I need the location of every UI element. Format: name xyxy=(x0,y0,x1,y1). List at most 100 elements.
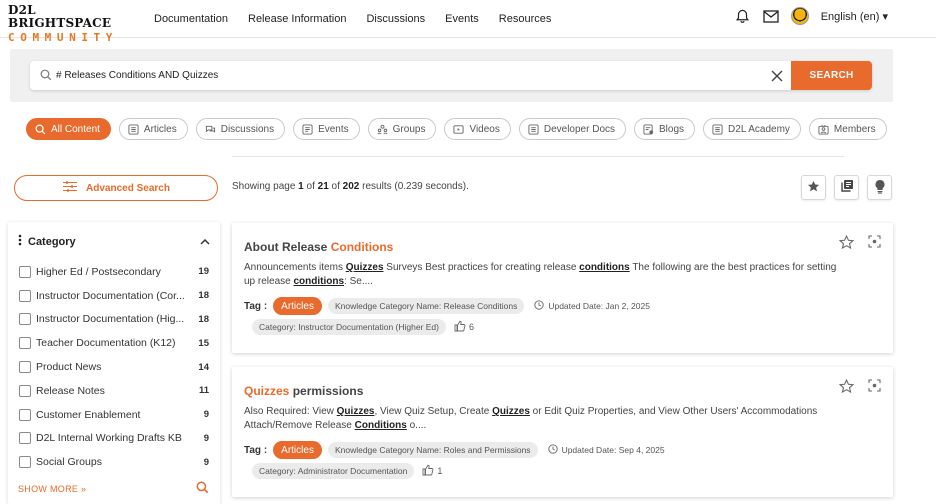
tab-d2l-academy[interactable]: D2L Academy xyxy=(703,118,801,140)
academy-icon xyxy=(712,123,723,135)
snippet-match: conditions xyxy=(293,276,345,287)
saved-searches-button[interactable] xyxy=(834,175,859,200)
nav-events[interactable]: Events xyxy=(445,13,479,25)
results-of: of xyxy=(328,181,343,192)
tab-developer-docs[interactable]: Developer Docs xyxy=(518,118,627,140)
checkbox[interactable] xyxy=(19,432,31,445)
mail-icon[interactable] xyxy=(763,8,779,24)
language-selector[interactable]: English (en) ▾ xyxy=(821,10,888,23)
favorites-button[interactable] xyxy=(801,175,826,200)
star-outline-icon[interactable] xyxy=(838,378,855,397)
category-label: Instructor Documentation (Cor... xyxy=(36,289,185,302)
show-more-link[interactable]: SHOW MORE » xyxy=(18,484,86,494)
category-chip[interactable]: Category: Administrator Documentation xyxy=(252,463,415,479)
tag-row: Tag : Articles Knowledge Category Name: … xyxy=(244,297,650,315)
tab-discussions[interactable]: Discussions xyxy=(195,118,286,140)
tab-groups[interactable]: Groups xyxy=(367,118,437,140)
knowledge-category-chip[interactable]: Knowledge Category Name: Roles and Permi… xyxy=(327,442,538,458)
search-input[interactable] xyxy=(56,61,756,90)
category-row: Category: Administrator Documentation 1 xyxy=(252,463,442,479)
results-of: of xyxy=(303,181,318,192)
category-item[interactable]: Instructor Documentation (Cor... 18 xyxy=(19,284,209,308)
nav-resources[interactable]: Resources xyxy=(499,13,552,25)
tab-label: Videos xyxy=(469,123,500,135)
tab-label: Articles xyxy=(143,123,177,135)
tips-button[interactable] xyxy=(867,175,892,200)
checkbox[interactable] xyxy=(19,337,31,350)
focus-icon[interactable] xyxy=(868,235,881,253)
checkbox[interactable] xyxy=(19,408,31,421)
checkbox[interactable] xyxy=(19,265,31,278)
category-header[interactable]: Category xyxy=(18,234,210,249)
likes-count: 6 xyxy=(469,322,475,332)
snippet-text: Surveys Best practices for creating rele… xyxy=(383,262,580,273)
tab-videos[interactable]: Videos xyxy=(444,118,511,140)
category-count: 19 xyxy=(198,266,209,278)
star-filled-icon xyxy=(807,180,820,196)
nav-release-information[interactable]: Release Information xyxy=(248,13,346,25)
bell-icon[interactable] xyxy=(735,8,751,24)
category-chip[interactable]: Category: Instructor Documentation (High… xyxy=(252,319,446,335)
d2l-brightspace-community-logo[interactable]: D2L BRIGHTSPACE COMMUNITY xyxy=(8,4,128,45)
tab-events[interactable]: Events xyxy=(293,118,360,140)
card-actions xyxy=(838,378,881,397)
category-item[interactable]: D2L Internal Working Drafts KB 9 xyxy=(19,427,209,451)
likes[interactable]: 1 xyxy=(422,464,442,478)
checkbox[interactable] xyxy=(19,361,31,374)
star-outline-icon[interactable] xyxy=(838,234,855,253)
tag-chip[interactable]: Articles xyxy=(273,297,322,315)
title-text: permissions xyxy=(289,384,364,398)
category-item[interactable]: Release Notes 11 xyxy=(19,379,209,403)
chevron-up-icon[interactable] xyxy=(200,236,210,248)
nav-discussions[interactable]: Discussions xyxy=(366,13,425,25)
checkbox[interactable] xyxy=(19,456,31,469)
category-count: 18 xyxy=(198,313,209,325)
result-title[interactable]: Quizzes permissions xyxy=(244,384,363,398)
knowledge-category-chip[interactable]: Knowledge Category Name: Release Conditi… xyxy=(327,298,525,314)
category-item[interactable]: Product News 14 xyxy=(19,355,209,379)
category-item[interactable]: Teacher Documentation (K12) 15 xyxy=(19,331,209,355)
category-item[interactable]: Higher Ed / Postsecondary 19 xyxy=(19,260,209,284)
tab-label: Discussions xyxy=(220,123,275,135)
tab-members[interactable]: Members xyxy=(808,118,887,140)
focus-icon[interactable] xyxy=(868,379,881,397)
title-highlight: Conditions xyxy=(330,240,394,254)
blog-icon xyxy=(643,123,654,135)
snippet-match: conditions xyxy=(579,262,630,273)
nav-documentation[interactable]: Documentation xyxy=(154,13,228,25)
category-label: Teacher Documentation (K12) xyxy=(36,337,176,350)
main-nav: Documentation Release Information Discus… xyxy=(154,0,571,38)
snippet-text: , View Quiz Setup, Create xyxy=(374,406,493,417)
avatar[interactable] xyxy=(790,7,809,25)
result-tools xyxy=(801,175,892,200)
tab-label: Developer Docs xyxy=(543,123,616,135)
checkbox[interactable] xyxy=(19,313,31,326)
checkbox[interactable] xyxy=(19,384,31,397)
result-title[interactable]: About Release Conditions xyxy=(244,240,393,254)
tab-label: D2L Academy xyxy=(728,123,790,135)
result-card: About Release Conditions Announcements i… xyxy=(232,223,893,353)
category-item[interactable]: Social Groups 9 xyxy=(19,450,209,474)
thumbs-up-icon xyxy=(454,320,466,334)
category-title: Category xyxy=(18,234,76,249)
updated-date: Updated Date: Jan 2, 2025 xyxy=(534,300,650,312)
advanced-search-button[interactable]: Advanced Search xyxy=(14,175,218,201)
search-button[interactable]: SEARCH xyxy=(791,61,872,90)
category-item[interactable]: Instructor Documentation (Hig... 18 xyxy=(19,308,209,332)
tab-label: All Content xyxy=(51,123,100,135)
content-type-tabs: All Content Articles Discussions Events … xyxy=(26,118,887,140)
tab-articles[interactable]: Articles xyxy=(118,118,188,140)
tab-blogs[interactable]: Blogs xyxy=(634,118,696,140)
category-title-label: Category xyxy=(28,235,76,248)
snippet-match: Quizzes xyxy=(336,406,375,417)
checkbox[interactable] xyxy=(19,289,31,302)
clear-search-icon[interactable] xyxy=(770,69,784,83)
tag-chip[interactable]: Articles xyxy=(273,441,322,459)
likes[interactable]: 6 xyxy=(454,320,474,334)
category-count: 9 xyxy=(203,432,209,444)
category-item[interactable]: Customer Enablement 9 xyxy=(19,403,209,427)
tab-all-content[interactable]: All Content xyxy=(26,118,111,140)
search-icon xyxy=(40,69,52,81)
video-icon xyxy=(453,124,464,135)
search-icon[interactable] xyxy=(196,481,210,495)
